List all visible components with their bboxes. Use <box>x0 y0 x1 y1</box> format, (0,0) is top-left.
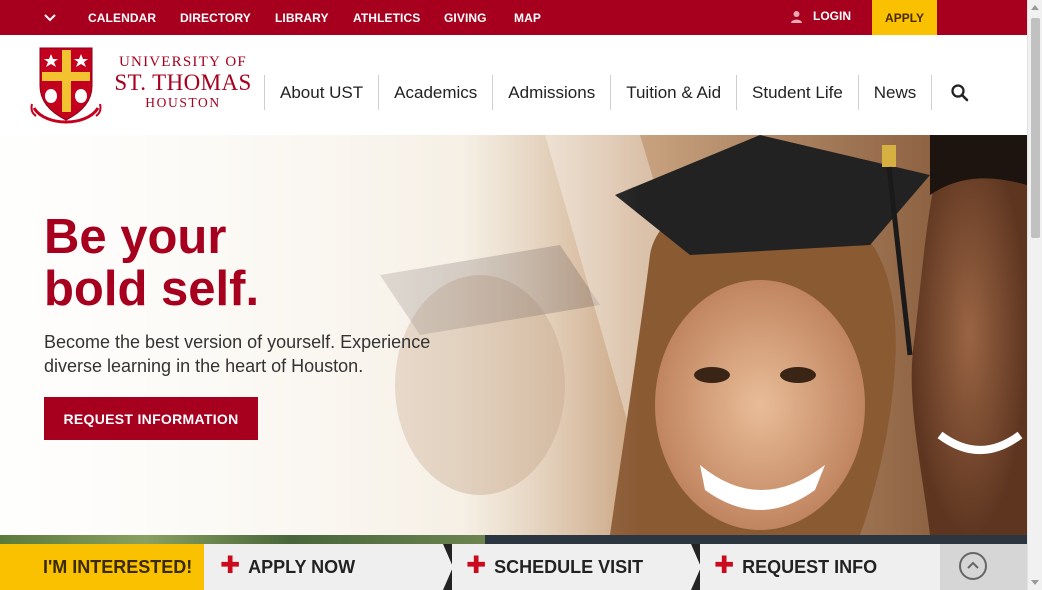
main-nav: About UST Academics Admissions Tuition &… <box>264 75 933 110</box>
apply-now-label: APPLY NOW <box>248 556 356 577</box>
request-info-button[interactable]: ✚ REQUEST INFO <box>700 544 940 590</box>
nav-admissions[interactable]: Admissions <box>492 75 610 110</box>
nav-academics[interactable]: Academics <box>378 75 492 110</box>
schedule-visit-label: SCHEDULE VISIT <box>494 556 644 577</box>
scroll-down-icon[interactable] <box>1031 580 1039 585</box>
nav-student-life[interactable]: Student Life <box>736 75 858 110</box>
plus-icon: ✚ <box>220 552 241 579</box>
logo-line-2: ST. THOMAS <box>114 70 252 95</box>
utility-link-directory[interactable]: DIRECTORY <box>180 11 251 25</box>
logo-line-3: HOUSTON <box>145 95 221 110</box>
apply-now-button[interactable]: ✚ APPLY NOW <box>204 544 453 590</box>
interest-bar: I'M INTERESTED! ✚ APPLY NOW ✚ SCHEDULE V… <box>0 535 1027 590</box>
utility-link-giving[interactable]: GIVING <box>444 11 487 25</box>
chevron-down-icon[interactable] <box>42 10 58 26</box>
chevron-up-circle-icon <box>959 552 987 580</box>
site-logo[interactable]: UNIVERSITY OF ST. THOMAS HOUSTON <box>30 46 260 126</box>
login-link[interactable]: LOGIN <box>790 9 851 23</box>
plus-icon: ✚ <box>714 552 735 579</box>
photo-strip-dark <box>485 535 1027 544</box>
utility-link-calendar[interactable]: CALENDAR <box>88 11 156 25</box>
utility-link-map[interactable]: MAP <box>514 11 541 25</box>
search-icon[interactable] <box>950 83 970 103</box>
collapse-bar-button[interactable] <box>940 544 1027 590</box>
apply-button[interactable]: APPLY <box>872 0 937 35</box>
hero-headline-line-2: bold self. <box>44 262 260 316</box>
user-icon <box>791 10 802 23</box>
scroll-up-icon[interactable] <box>1031 5 1039 10</box>
hero-headline-line-1: Be your <box>44 210 227 264</box>
hero-headline: Be your bold self. <box>44 211 259 315</box>
site-header: UNIVERSITY OF ST. THOMAS HOUSTON About U… <box>0 35 1027 135</box>
photo-strip <box>0 535 485 544</box>
utility-link-athletics[interactable]: ATHLETICS <box>353 11 420 25</box>
schedule-visit-button[interactable]: ✚ SCHEDULE VISIT <box>452 544 701 590</box>
nav-tuition-aid[interactable]: Tuition & Aid <box>610 75 736 110</box>
logo-wordmark: UNIVERSITY OF ST. THOMAS HOUSTON <box>108 54 258 111</box>
im-interested-label: I'M INTERESTED! <box>0 544 214 590</box>
nav-news[interactable]: News <box>857 75 933 110</box>
university-crest <box>30 47 102 124</box>
logo-line-1: UNIVERSITY OF <box>119 54 247 70</box>
scrollbar-thumb[interactable] <box>1031 18 1040 238</box>
hero-subtext: Become the best version of yourself. Exp… <box>44 332 431 376</box>
request-information-button[interactable]: REQUEST INFORMATION <box>44 397 258 440</box>
hero-banner: Be your bold self. Become the best versi… <box>0 135 1027 535</box>
nav-about-ust[interactable]: About UST <box>264 75 378 110</box>
page-scrollbar[interactable] <box>1027 0 1042 590</box>
plus-icon: ✚ <box>466 552 487 579</box>
request-info-label: REQUEST INFO <box>742 556 878 577</box>
utility-bar: CALENDAR DIRECTORY LIBRARY ATHLETICS GIV… <box>0 0 1027 35</box>
login-label: LOGIN <box>813 9 851 23</box>
utility-link-library[interactable]: LIBRARY <box>275 11 329 25</box>
